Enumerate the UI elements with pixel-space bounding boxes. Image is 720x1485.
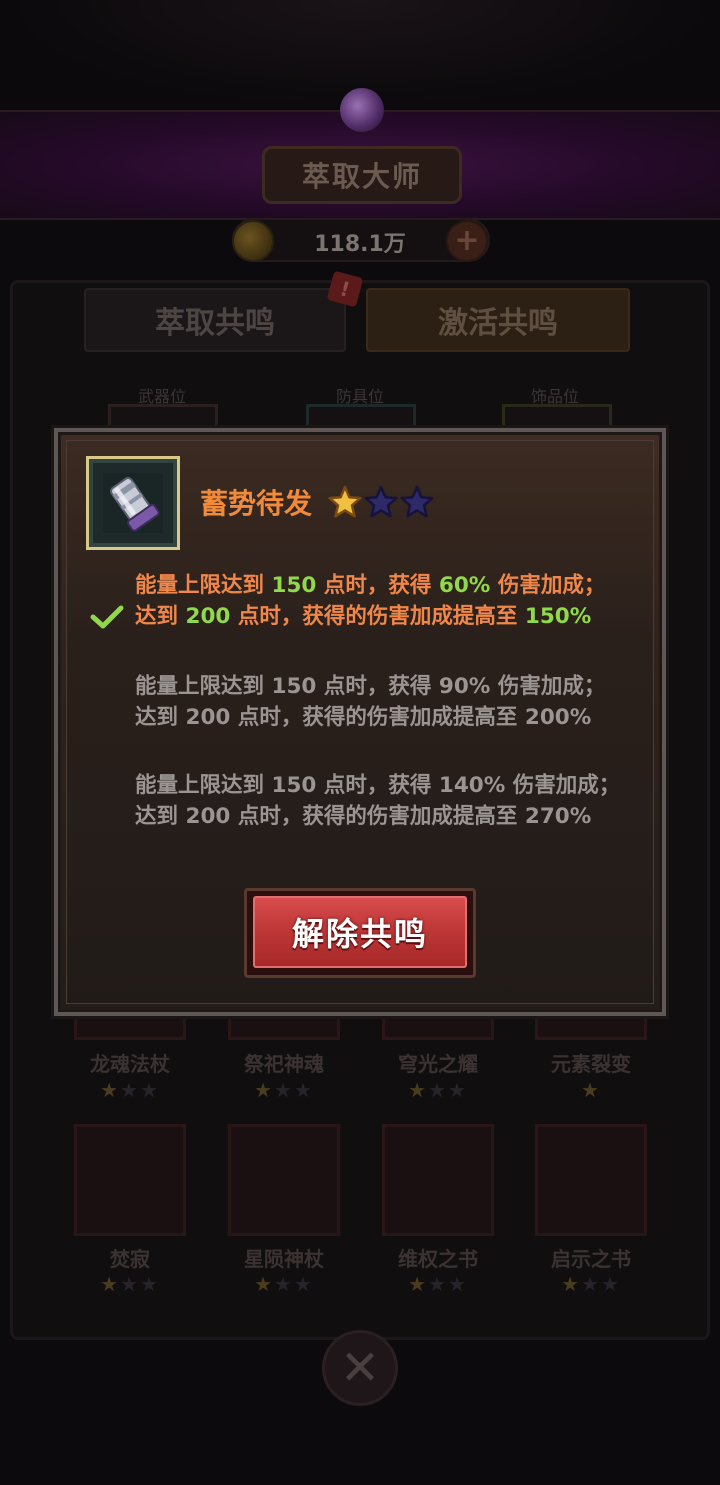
- dissolve-resonance-button[interactable]: 解除共鸣: [244, 888, 476, 978]
- grid-item-card[interactable]: [382, 1124, 494, 1236]
- tier-text: 点时，获得: [316, 674, 439, 699]
- page-title: 萃取大师: [301, 160, 422, 193]
- grid-item-name: 启示之书: [551, 1247, 631, 1271]
- grid-item-stars: ★★★: [254, 1078, 314, 1102]
- tier-value: 270%: [524, 804, 592, 829]
- tier-value: 140%: [438, 773, 506, 798]
- grid-item-name: 焚寂: [110, 1247, 150, 1271]
- coin-icon: [232, 220, 274, 262]
- tier-value: 200: [185, 804, 231, 829]
- tier-value: 150%: [524, 604, 592, 629]
- grid-item-name: 维权之书: [398, 1247, 478, 1271]
- star-icon: [328, 485, 362, 518]
- grid-item-stars: ★★★: [408, 1078, 468, 1102]
- grid-item-stars: ★★★: [254, 1272, 314, 1296]
- grid-item-stars: ★★★: [100, 1272, 160, 1296]
- tier-value: 60%: [438, 573, 491, 598]
- tier-value: 150: [271, 573, 317, 598]
- tier-text: 点时，获得的伤害加成提高至: [230, 804, 525, 829]
- currency-value: 118.1万: [314, 232, 406, 257]
- grid-item-stars: ★★★: [561, 1272, 621, 1296]
- grid-item-card[interactable]: [535, 1124, 647, 1236]
- close-button[interactable]: ✕: [322, 1330, 398, 1406]
- tier-description: 能量上限达到 150 点时，获得 140% 伤害加成；达到 200 点时，获得的…: [135, 770, 625, 832]
- tier-text: 点时，获得的伤害加成提高至: [230, 604, 525, 629]
- tier-value: 150: [271, 674, 317, 699]
- check-icon: [90, 605, 124, 629]
- tier-text: 点时，获得: [316, 573, 439, 598]
- grid-item-stars: ★★★: [100, 1078, 160, 1102]
- orb-icon: [340, 88, 384, 132]
- tier-text: 点时，获得的伤害加成提高至: [230, 705, 525, 730]
- tier-text: 能量上限达到: [135, 674, 272, 699]
- tier-value: 90%: [438, 674, 491, 699]
- grid-item-stars: ★: [581, 1078, 601, 1102]
- grid-item-name: 元素裂变: [551, 1052, 631, 1076]
- grid-item-card[interactable]: [228, 1124, 340, 1236]
- close-x-icon: ✕: [339, 1340, 381, 1396]
- star-icon: [364, 485, 398, 518]
- tier-text: 能量上限达到: [135, 573, 272, 598]
- gauntlet-icon: [103, 473, 163, 533]
- skill-title: 蓄势待发: [200, 487, 313, 520]
- tab-activate-resonance[interactable]: 激活共鸣: [366, 288, 630, 352]
- tier-value: 200%: [524, 705, 592, 730]
- tab-label: 萃取共鸣: [155, 306, 275, 341]
- star-icon: [400, 485, 434, 518]
- tier-value: 150: [271, 773, 317, 798]
- grid-item-name: 祭祀神魂: [244, 1052, 324, 1076]
- tier-text: 能量上限达到: [135, 773, 272, 798]
- grid-item-card[interactable]: [74, 1124, 186, 1236]
- tier-description: 能量上限达到 150 点时，获得 90% 伤害加成；达到 200 点时，获得的伤…: [135, 671, 625, 733]
- page-title-plate: 萃取大师: [262, 146, 462, 204]
- grid-item-name: 穹光之耀: [398, 1052, 478, 1076]
- add-currency-button[interactable]: +: [446, 220, 488, 262]
- grid-item-name: 星陨神杖: [244, 1247, 324, 1271]
- tier-text: 点时，获得: [316, 773, 439, 798]
- plus-icon: +: [454, 223, 480, 258]
- tab-label: 激活共鸣: [438, 306, 558, 341]
- skill-star-rating: [328, 485, 434, 519]
- dissolve-button-face: 解除共鸣: [253, 896, 467, 968]
- item-icon-frame: [86, 456, 180, 550]
- tier-description-active: 能量上限达到 150 点时，获得 60% 伤害加成；达到 200 点时，获得的伤…: [135, 570, 625, 632]
- grid-item-stars: ★★★: [408, 1272, 468, 1296]
- tab-extract-resonance[interactable]: 萃取共鸣: [84, 288, 346, 352]
- tier-value: 200: [185, 604, 231, 629]
- grid-item-name: 龙魂法杖: [90, 1052, 170, 1076]
- dissolve-button-label: 解除共鸣: [291, 915, 428, 953]
- tier-value: 200: [185, 705, 231, 730]
